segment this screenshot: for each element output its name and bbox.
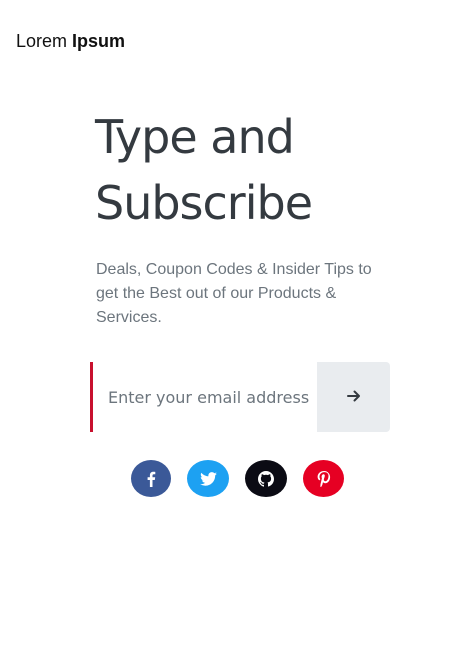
twitter-button[interactable] [187,460,229,497]
brand-logo[interactable]: Lorem Ipsum [16,29,125,53]
pinterest-icon [317,470,331,487]
subscribe-form [90,362,390,432]
github-icon [258,470,274,487]
brand-bold-text: Ipsum [72,31,126,51]
headline-line-1: Type and [95,110,295,164]
brand-light-text: Lorem [16,31,68,51]
email-field-wrapper [90,362,317,432]
facebook-button[interactable] [131,460,171,497]
facebook-icon [146,471,156,487]
subscribe-submit-button[interactable] [317,362,390,432]
page-title: Type and Subscribe [95,104,435,236]
arrow-right-icon [346,388,362,407]
pinterest-button[interactable] [303,460,344,497]
headline-line-2: Subscribe [95,176,313,230]
github-button[interactable] [245,460,287,497]
email-field[interactable] [93,362,317,432]
social-links [131,460,344,497]
twitter-icon [199,471,217,486]
subscribe-description: Deals, Coupon Codes & Insider Tips to ge… [96,261,372,326]
